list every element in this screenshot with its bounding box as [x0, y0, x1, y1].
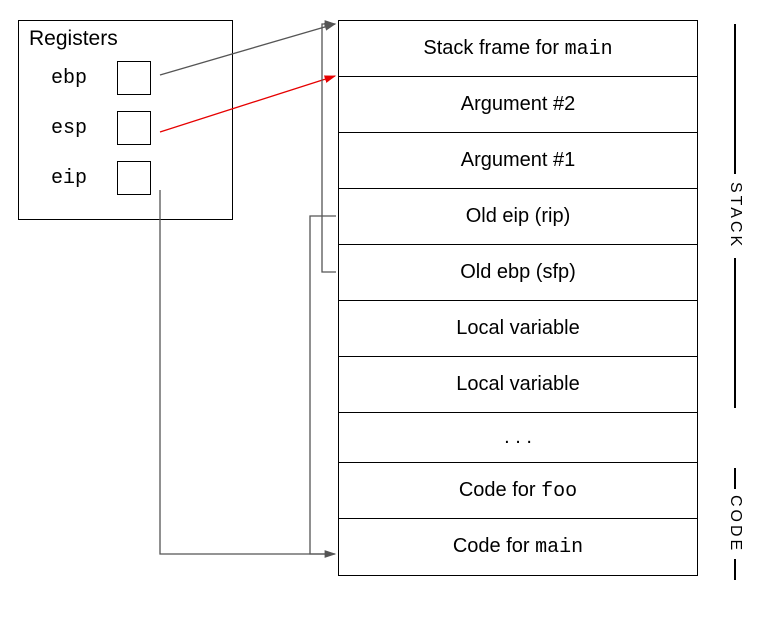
row-ellipsis: . . . [339, 413, 697, 463]
register-cell-ebp [117, 61, 151, 95]
row-text: Code for main [453, 535, 583, 559]
row-arg1: Argument #1 [339, 133, 697, 189]
register-label-esp: esp [51, 117, 99, 140]
side-label-code: CODE [726, 468, 744, 580]
bracket-old-ebp [322, 24, 336, 272]
row-text: Code for foo [459, 479, 577, 503]
register-cell-eip [117, 161, 151, 195]
register-row-ebp: ebp [51, 61, 222, 95]
row-local2: Local variable [339, 357, 697, 413]
side-label-stack-text: STACK [726, 182, 744, 249]
registers-panel: Registers ebp esp eip [18, 20, 233, 220]
register-row-esp: esp [51, 111, 222, 145]
row-code-foo: Code for foo [339, 463, 697, 519]
arrow-eip-to-code-main [160, 190, 335, 554]
side-label-stack: STACK [726, 20, 744, 412]
row-text: Stack frame for main [423, 37, 612, 61]
side-label-code-text: CODE [726, 495, 744, 553]
row-local1: Local variable [339, 301, 697, 357]
row-old-eip: Old eip (rip) [339, 189, 697, 245]
registers-title: Registers [29, 27, 222, 51]
memory-table: Stack frame for main Argument #2 Argumen… [338, 20, 698, 576]
register-cell-esp [117, 111, 151, 145]
row-old-ebp: Old ebp (sfp) [339, 245, 697, 301]
row-arg2: Argument #2 [339, 77, 697, 133]
row-code-main: Code for main [339, 519, 697, 575]
register-label-ebp: ebp [51, 67, 99, 90]
register-label-eip: eip [51, 167, 99, 190]
register-row-eip: eip [51, 161, 222, 195]
bracket-old-eip [310, 216, 336, 554]
row-main-frame: Stack frame for main [339, 21, 697, 77]
